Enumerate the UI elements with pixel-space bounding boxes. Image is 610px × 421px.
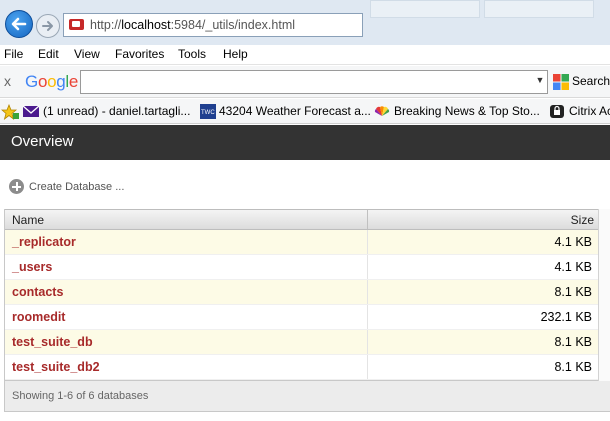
favorites-bar: (1 unread) - daniel.tartagli... TWC 4320… (0, 99, 610, 124)
google-logo: Google (25, 72, 79, 91)
google-search-icon[interactable] (553, 74, 569, 90)
search-dropdown-icon[interactable]: ▼ (534, 73, 546, 87)
menu-view[interactable]: View (74, 47, 100, 61)
search-button-label[interactable]: Search (572, 74, 610, 88)
back-arrow-icon (11, 17, 27, 31)
column-divider (367, 280, 368, 304)
page-title: Overview (11, 133, 74, 150)
site-favicon-icon (69, 19, 84, 30)
database-link[interactable]: _users (12, 260, 52, 274)
forward-arrow-icon (42, 21, 53, 31)
table-row: test_suite_db2 8.1 KB (5, 355, 610, 380)
google-search-input[interactable] (80, 70, 548, 94)
scrollbar-track[interactable] (598, 209, 610, 381)
menu-edit[interactable]: Edit (38, 47, 59, 61)
twc-icon: TWC (200, 104, 216, 119)
google-toolbar: x Google ▼ Search (0, 66, 610, 98)
table-row: test_suite_db 8.1 KB (5, 330, 610, 355)
forward-button[interactable] (36, 14, 60, 38)
menu-bar: File Edit View Favorites Tools Help (0, 45, 610, 65)
database-size: 4.1 KB (554, 260, 592, 274)
nbc-icon (374, 106, 390, 116)
table-row: roomedit 232.1 KB (5, 305, 610, 330)
menu-favorites[interactable]: Favorites (115, 47, 164, 61)
database-size: 232.1 KB (540, 310, 592, 324)
url-prefix: http:// (90, 18, 122, 32)
pagination-status: Showing 1-6 of 6 databases (12, 390, 149, 402)
create-database-label: Create Database ... (29, 181, 125, 193)
database-link[interactable]: roomedit (12, 310, 65, 324)
background-tabs (370, 0, 610, 20)
favorites-star-icon[interactable] (1, 104, 19, 120)
address-input[interactable]: http://localhost:5984/_utils/index.html (63, 13, 363, 37)
database-link[interactable]: test_suite_db2 (12, 360, 100, 374)
column-header-name[interactable]: Name (12, 213, 44, 227)
databases-table: Name Size _replicator 4.1 KB _users 4.1 … (4, 209, 610, 412)
address-bar-row: http://localhost:5984/_utils/index.html (0, 0, 610, 45)
table-row: contacts 8.1 KB (5, 280, 610, 305)
column-header-size[interactable]: Size (571, 213, 594, 227)
twc-icon-text: TWC (201, 110, 215, 116)
favorite-news[interactable]: Breaking News & Top Sto... (394, 104, 540, 118)
plus-icon (9, 179, 24, 194)
database-link[interactable]: contacts (12, 285, 63, 299)
table-row: _users 4.1 KB (5, 255, 610, 280)
menu-file[interactable]: File (4, 47, 23, 61)
database-size: 4.1 KB (554, 235, 592, 249)
column-divider (367, 230, 368, 254)
back-button[interactable] (5, 10, 33, 38)
menu-help[interactable]: Help (223, 47, 248, 61)
column-divider (367, 255, 368, 279)
citrix-icon (550, 105, 564, 118)
table-header: Name Size (5, 209, 610, 230)
database-link[interactable]: test_suite_db (12, 335, 93, 349)
column-divider (367, 330, 368, 354)
column-divider (367, 305, 368, 329)
browser-window: { "browser": { "url_prefix": "http://", … (0, 0, 610, 421)
menu-tools[interactable]: Tools (178, 47, 206, 61)
favorite-citrix[interactable]: Citrix Ac (569, 104, 610, 118)
table-row: _replicator 4.1 KB (5, 230, 610, 255)
database-size: 8.1 KB (554, 335, 592, 349)
toolbar-close-button[interactable]: x (4, 73, 11, 89)
column-divider (367, 210, 368, 229)
database-size: 8.1 KB (554, 360, 592, 374)
url-host: localhost (121, 18, 171, 32)
table-footer: Showing 1-6 of 6 databases (5, 380, 610, 412)
favorite-mail[interactable]: (1 unread) - daniel.tartagli... (43, 104, 190, 118)
url-path: :5984/_utils/index.html (170, 18, 296, 32)
column-divider (367, 355, 368, 379)
favorite-weather[interactable]: 43204 Weather Forecast a... (219, 104, 371, 118)
page-header: Overview (0, 125, 610, 160)
mail-icon (23, 105, 39, 117)
database-size: 8.1 KB (554, 285, 592, 299)
database-link[interactable]: _replicator (12, 235, 76, 249)
